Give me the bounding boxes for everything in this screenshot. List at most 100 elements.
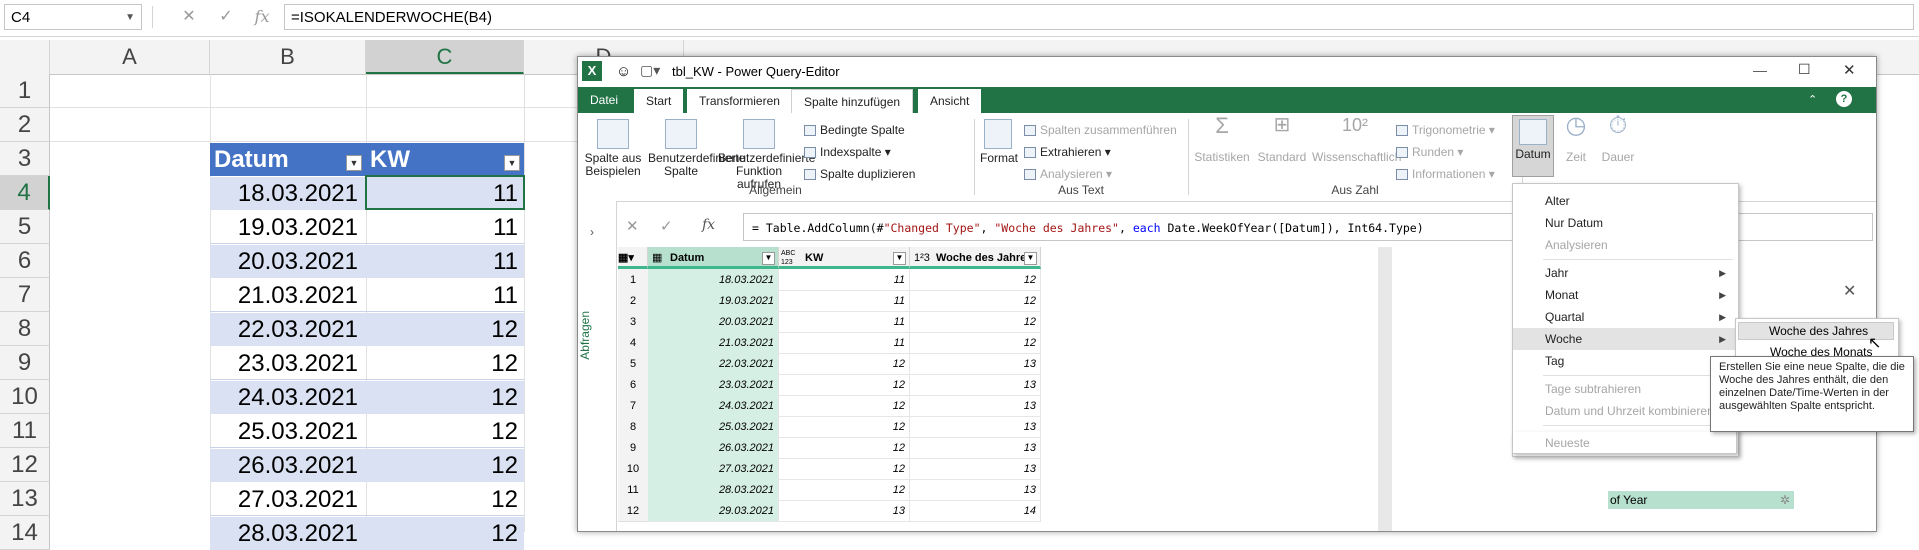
column-header-c[interactable]: C [366,40,524,74]
menu-item-jahr[interactable]: Jahr ▶ [1513,262,1738,284]
cell-c12[interactable]: 12 [366,449,524,482]
cancel-icon[interactable]: ✕ [175,5,203,29]
spalte-aus-beispielen-button[interactable]: Spalte aus Beispielen [582,119,644,178]
row-header-8[interactable]: 8 [0,312,50,346]
pq-cell-woche[interactable]: 13 [910,395,1041,417]
format-button[interactable]: Format [980,119,1018,165]
cell-b5[interactable]: 19.03.2021 [210,211,366,244]
standard-button[interactable]: ⊞ Standard [1254,115,1310,164]
cell-b6[interactable]: 20.03.2021 [210,245,366,278]
menu-item-alter[interactable]: Alter [1513,190,1738,212]
trigonometrie-button[interactable]: Trigonometrie ▾ [1396,123,1495,137]
benutzerdefinierte-funktion-button[interactable]: Benutzerdefinierte Funktion aufrufen [718,119,815,191]
cell-b7[interactable]: 21.03.2021 [210,279,366,312]
informationen-button[interactable]: Informationen ▾ [1396,167,1495,181]
cell-c7[interactable]: 11 [366,279,524,312]
pq-row-number[interactable]: 2 [618,290,648,312]
filter-dropdown-icon[interactable]: ▼ [762,252,775,265]
tab-ansicht[interactable]: Ansicht [918,89,982,113]
table-menu-icon[interactable]: ▦▾ [618,247,648,269]
pq-row-number[interactable]: 6 [618,374,648,396]
cell-c9[interactable]: 12 [366,347,524,380]
pq-cell-woche[interactable]: 13 [910,437,1041,459]
menu-item-neueste[interactable]: Neueste [1512,432,1737,454]
cell-b10[interactable]: 24.03.2021 [210,381,366,414]
pq-cell-kw[interactable]: 12 [779,395,910,417]
pq-cell-kw[interactable]: 12 [779,353,910,375]
pq-row-number[interactable]: 9 [618,437,648,459]
pq-cell-datum[interactable]: 20.03.2021 [648,311,779,333]
formula-input[interactable]: =ISOKALENDERWOCHE(B4) [284,4,1914,30]
close-icon[interactable]: ✕ [1843,281,1856,301]
pq-row-number[interactable]: 3 [618,311,648,333]
close-icon[interactable]: ✕ [1843,61,1856,79]
pq-row-number[interactable]: 4 [618,332,648,354]
pq-cell-kw[interactable]: 12 [779,416,910,438]
filter-dropdown-icon[interactable]: ▼ [893,252,906,265]
pq-cell-datum[interactable]: 28.03.2021 [648,479,779,501]
cell-c14[interactable]: 12 [366,517,524,550]
spalte-duplizieren-button[interactable]: Spalte duplizieren [804,167,915,181]
maximize-icon[interactable]: ☐ [1798,61,1811,78]
row-header-10[interactable]: 10 [0,380,50,414]
pq-row-number[interactable]: 11 [618,479,648,501]
cell-c5[interactable]: 11 [366,211,524,244]
pq-row-number[interactable]: 10 [618,458,648,480]
bedingte-spalte-button[interactable]: Bedingte Spalte [804,123,905,137]
row-header-12[interactable]: 12 [0,448,50,482]
cell-c13[interactable]: 12 [366,483,524,516]
cell-b14[interactable]: 28.03.2021 [210,517,366,550]
row-header-7[interactable]: 7 [0,278,50,312]
pq-cell-woche[interactable]: 12 [910,269,1041,291]
pq-row-number[interactable]: 1 [618,269,648,291]
pq-cell-woche[interactable]: 12 [910,332,1041,354]
pq-cell-woche[interactable]: 14 [910,500,1041,522]
row-header-13[interactable]: 13 [0,482,50,516]
column-header-b[interactable]: B [210,40,366,74]
pq-cell-woche[interactable]: 13 [910,458,1041,480]
pq-cell-kw[interactable]: 13 [779,500,910,522]
pq-cell-woche[interactable]: 12 [910,311,1041,333]
pq-cell-woche[interactable]: 13 [910,374,1041,396]
dauer-button[interactable]: ⏱ Dauer [1596,114,1640,164]
chevron-down-icon[interactable]: ▼ [125,5,135,31]
row-header-9[interactable]: 9 [0,346,50,380]
tab-datei[interactable]: Datei [578,87,630,113]
cancel-icon[interactable]: ✕ [626,217,639,235]
menu-item-monat[interactable]: Monat ▶ [1513,284,1738,306]
menu-item-tage-subtrahieren[interactable]: Tage subtrahieren [1513,378,1738,400]
row-header-1[interactable]: 1 [0,74,50,108]
row-header-5[interactable]: 5 [0,210,50,244]
pq-cell-datum[interactable]: 21.03.2021 [648,332,779,354]
pq-cell-kw[interactable]: 11 [779,290,910,312]
row-header-6[interactable]: 6 [0,244,50,278]
cell-b12[interactable]: 26.03.2021 [210,449,366,482]
statistiken-button[interactable]: Σ Statistiken [1190,115,1254,164]
pq-cell-datum[interactable]: 24.03.2021 [648,395,779,417]
pq-row-number[interactable]: 5 [618,353,648,375]
pq-header-kw[interactable]: ABC 123 KW ▼ [779,247,910,269]
pq-cell-kw[interactable]: 12 [779,437,910,459]
row-header-3[interactable]: 3 [0,142,50,176]
pq-cell-kw[interactable]: 11 [779,332,910,354]
check-icon[interactable]: ✓ [212,5,240,29]
menu-item-nur-datum[interactable]: Nur Datum [1513,212,1738,234]
insert-function-icon[interactable]: fx [248,5,276,29]
pq-cell-woche[interactable]: 12 [910,290,1041,312]
tab-spalte-hinzufuegen[interactable]: Spalte hinzufügen [791,89,914,114]
cell-b4[interactable]: 18.03.2021 [210,177,366,210]
pq-row-number[interactable]: 7 [618,395,648,417]
tab-start[interactable]: Start [634,89,684,113]
menu-item-tag[interactable]: Tag▶ [1513,350,1738,372]
spalten-zusammenfuehren-button[interactable]: Spalten zusammenführen [1024,123,1177,137]
filter-dropdown-icon[interactable]: ▼ [504,155,520,171]
pq-cell-datum[interactable]: 26.03.2021 [648,437,779,459]
cell-b13[interactable]: 27.03.2021 [210,483,366,516]
pq-cell-kw[interactable]: 11 [779,269,910,291]
pq-cell-woche[interactable]: 13 [910,416,1041,438]
select-all-corner[interactable] [0,40,50,74]
extrahieren-button[interactable]: Extrahieren ▾ [1024,145,1111,159]
expand-icon[interactable]: › [590,225,594,239]
collapse-ribbon-icon[interactable]: ⌃ [1808,93,1817,106]
analysieren-button[interactable]: Analysieren ▾ [1024,167,1112,181]
